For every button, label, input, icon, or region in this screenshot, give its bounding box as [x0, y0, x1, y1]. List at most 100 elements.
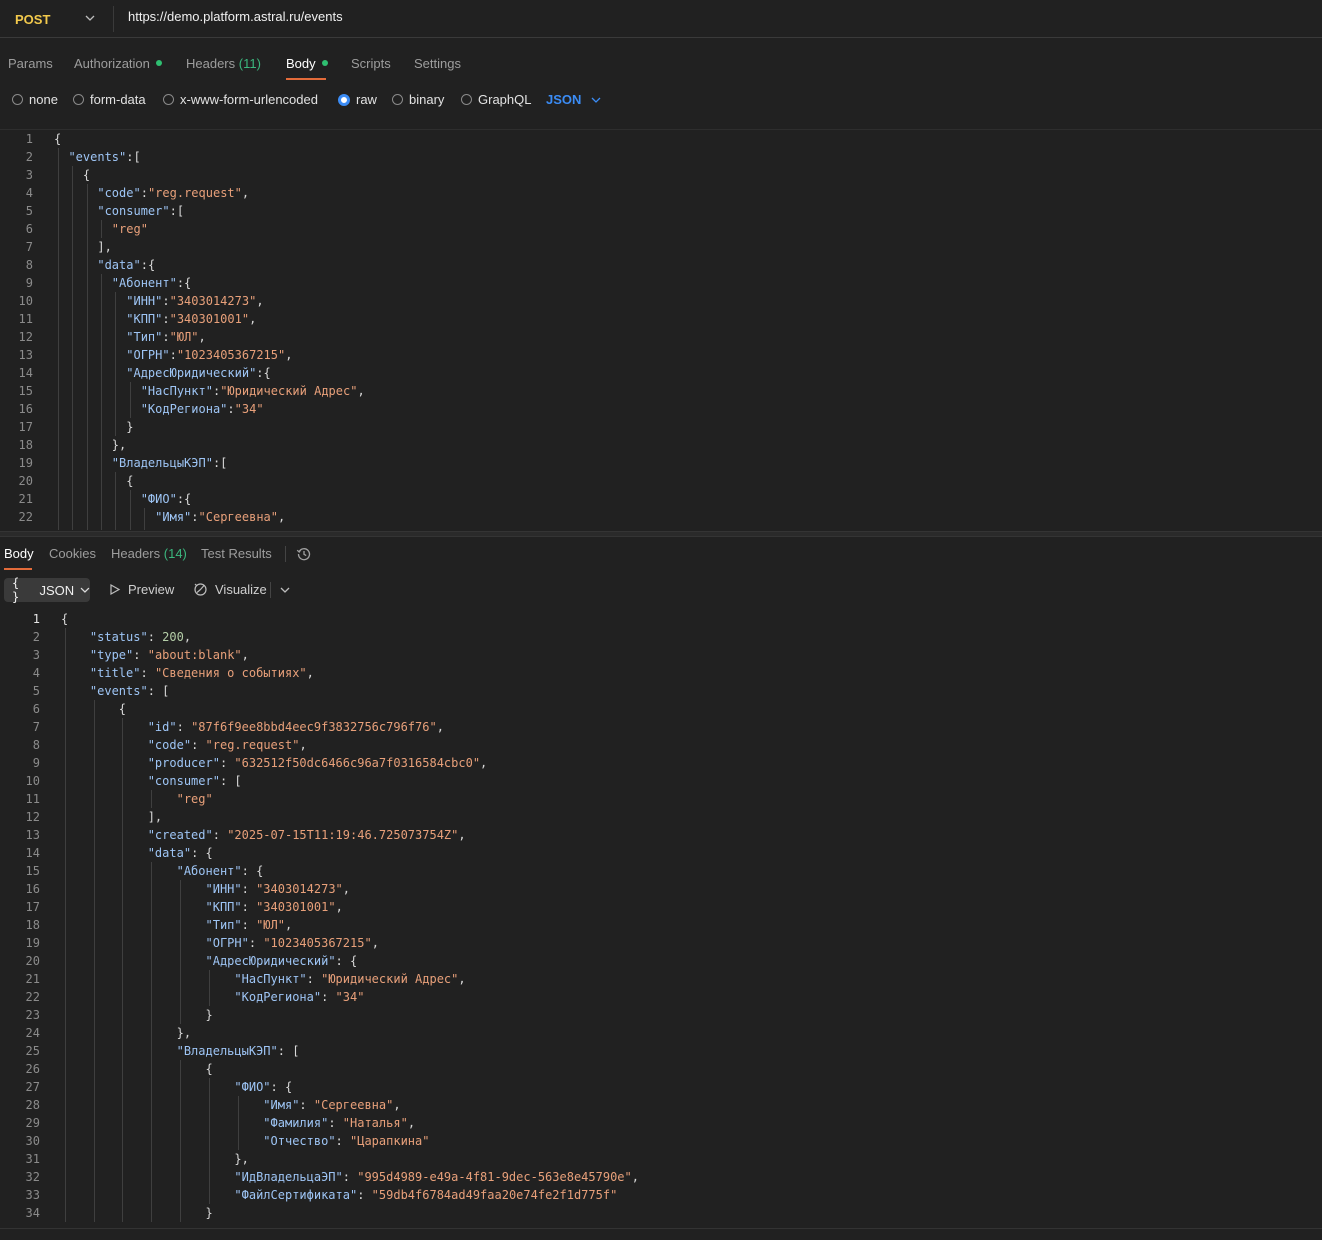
json-string: "340301001" — [256, 900, 336, 914]
play-outline-icon — [110, 583, 121, 596]
code-text: "ОГРН": "1023405367215", — [61, 934, 379, 952]
json-punctuation: : { — [335, 954, 358, 968]
json-punctuation: : — [321, 990, 336, 1004]
line-number: 3 — [32, 648, 40, 662]
request-body-editor[interactable]: 1{2 "events":[3 {4 "code":"reg.request",… — [0, 129, 1322, 530]
response-format-select[interactable]: { } JSON — [4, 576, 90, 604]
json-punctuation — [61, 954, 206, 968]
response-body-viewer[interactable]: 1{2 "status": 200, 3 "type": "about:blank… — [0, 610, 1322, 1226]
json-key: "consumer" — [147, 774, 220, 788]
history-icon[interactable] — [296, 546, 312, 562]
code-text: "data":{ — [54, 256, 155, 274]
json-punctuation — [54, 222, 112, 236]
line-number: 6 — [32, 702, 40, 716]
code-line: 4 "title": "Сведения о событиях", — [0, 664, 1322, 682]
json-string: "Наталья" — [342, 1116, 408, 1130]
response-tab-headers[interactable]: Headers (14) — [111, 546, 187, 561]
code-line: 7 "id": "87f6f9ee8bbd4eec9f3832756c796f7… — [0, 718, 1322, 736]
json-key: "id" — [147, 720, 177, 734]
preview-button[interactable]: Preview — [108, 582, 174, 597]
pane-splitter[interactable] — [0, 531, 1322, 537]
response-tab-body[interactable]: Body — [4, 546, 34, 561]
response-tab-test-results[interactable]: Test Results — [201, 546, 272, 561]
json-key: "ИНН" — [126, 294, 163, 308]
indent-guide — [64, 628, 66, 1222]
line-number: 20 — [25, 954, 40, 968]
code-text: "events": [ — [61, 682, 169, 700]
json-key: "ОГРН" — [126, 348, 170, 362]
response-tab-cookies[interactable]: Cookies — [49, 546, 96, 561]
body-mode-raw[interactable]: raw — [338, 92, 377, 107]
code-line: 5 "consumer":[ — [0, 202, 1322, 220]
tab-headers[interactable]: Headers (11) — [186, 56, 261, 71]
code-line: 3 { — [0, 166, 1322, 184]
code-line: 13 "created": "2025-07-15T11:19:46.72507… — [0, 826, 1322, 844]
url-input[interactable]: https://demo.platform.astral.ru/events — [128, 9, 343, 24]
json-key: "Фамилия" — [263, 1116, 329, 1130]
json-punctuation: : — [140, 186, 148, 200]
status-dot-icon — [155, 60, 162, 66]
json-punctuation — [61, 936, 206, 950]
body-mode-binary[interactable]: binary — [392, 92, 444, 107]
code-line: 27 "ФИО": { — [0, 1078, 1322, 1096]
json-key: "Абонент" — [111, 276, 177, 290]
json-punctuation: : — [227, 402, 235, 416]
code-line: 20 { — [0, 472, 1322, 490]
code-text: "data": { — [61, 844, 213, 862]
code-text: "ВладельцыКЭП":[ — [54, 454, 228, 472]
json-punctuation: : — [241, 918, 257, 932]
code-line: 19 "ОГРН": "1023405367215", — [0, 934, 1322, 952]
tab-label: Test Results — [201, 546, 272, 561]
line-number: 2 — [25, 150, 33, 164]
code-line: 17 } — [0, 418, 1322, 436]
code-line: 1{ — [0, 610, 1322, 628]
line-number: 21 — [25, 972, 40, 986]
json-punctuation: : — [191, 738, 206, 752]
json-string: "87f6f9ee8bbd4eec9f3832756c796f76" — [191, 720, 437, 734]
code-line: 20 "АдресЮридический": { — [0, 952, 1322, 970]
tab-scripts[interactable]: Scripts — [351, 56, 391, 71]
code-text: "id": "87f6f9ee8bbd4eec9f3832756c796f76"… — [61, 718, 444, 736]
tab-settings[interactable]: Settings — [414, 56, 461, 71]
json-key: "АдресЮридический" — [126, 366, 257, 380]
json-key: "created" — [147, 828, 213, 842]
code-line: 28 "Имя": "Сергеевна", — [0, 1096, 1322, 1114]
indent-guide — [100, 220, 102, 238]
body-mode-selector: JSON none form-data x-www-form-urlencoded r… — [0, 88, 700, 112]
line-number: 6 — [25, 222, 33, 236]
method-select[interactable]: POST — [4, 4, 106, 34]
json-punctuation: , — [393, 1098, 401, 1112]
body-mode-graphql[interactable]: GraphQL — [461, 92, 531, 107]
code-line: 6 { — [0, 700, 1322, 718]
json-string: "1023405367215" — [263, 936, 372, 950]
json-punctuation — [61, 738, 148, 752]
json-key: "status" — [89, 630, 148, 644]
json-key: "Тип" — [205, 918, 242, 932]
code-line: 16 "КодРегиона":"34" — [0, 400, 1322, 418]
code-line: 17 "КПП": "340301001", — [0, 898, 1322, 916]
tab-body[interactable]: Body — [286, 56, 328, 71]
json-punctuation: :{ — [176, 276, 192, 290]
tab-label: Body — [286, 56, 316, 71]
tab-params[interactable]: Params — [8, 56, 53, 71]
code-text: "КПП": "340301001", — [61, 898, 343, 916]
tab-count: (14) — [163, 546, 187, 561]
tab-authorization[interactable]: Authorization — [74, 56, 162, 71]
body-mode-none[interactable]: none — [12, 92, 58, 107]
chevron-down-icon[interactable] — [280, 585, 290, 595]
visualize-icon — [194, 583, 207, 596]
code-text: ], — [61, 808, 162, 826]
line-number: 12 — [25, 810, 40, 824]
raw-language-select[interactable]: JSON — [546, 92, 601, 107]
json-punctuation: }, — [61, 1026, 192, 1040]
body-mode-form-data[interactable]: form-data — [73, 92, 146, 107]
code-text: "Отчество": "Царапкина" — [61, 1132, 429, 1150]
json-punctuation: { — [61, 1062, 213, 1076]
visualize-button[interactable]: Visualize — [193, 582, 267, 597]
json-string: "Наталья" — [227, 528, 292, 530]
json-string: "34" — [335, 990, 365, 1004]
json-punctuation — [54, 150, 68, 164]
indent-guide — [209, 1078, 211, 1204]
body-mode-x-www-form-urlencoded[interactable]: x-www-form-urlencoded — [163, 92, 318, 107]
indent-guide — [57, 148, 59, 530]
